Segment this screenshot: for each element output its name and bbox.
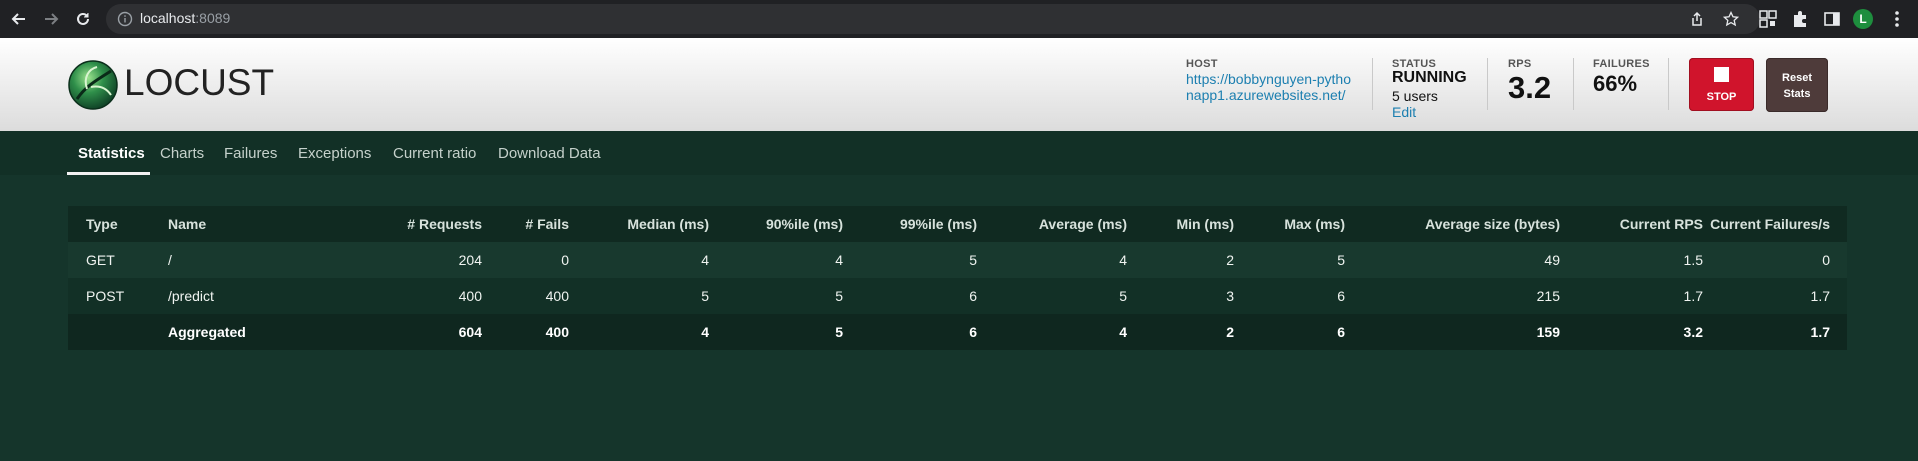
cell-current-rps: 1.7	[1683, 288, 1703, 304]
share-icon[interactable]	[1688, 10, 1706, 28]
address-bar[interactable]: localhost:8089	[106, 4, 1760, 34]
cell-min: 2	[1226, 252, 1234, 268]
side-panel-icon[interactable]	[1822, 9, 1842, 29]
reset-stats-button[interactable]: Reset Stats	[1766, 58, 1828, 112]
divider	[1487, 58, 1488, 110]
cell-average: 4	[1119, 324, 1127, 340]
cell-max: 6	[1337, 324, 1345, 340]
cell-current-failures: 1.7	[1810, 288, 1830, 304]
cell-median: 4	[701, 324, 709, 340]
bookmark-star-icon[interactable]	[1722, 10, 1740, 28]
extensions-puzzle-icon[interactable]	[1790, 9, 1810, 29]
users-count: 5 users	[1392, 88, 1438, 104]
col-median-header[interactable]: Median (ms)	[627, 206, 709, 242]
cell-min: 3	[1226, 288, 1234, 304]
cell-current-rps: 3.2	[1683, 324, 1703, 340]
back-icon[interactable]	[9, 9, 29, 29]
table-header-row: Type Name # Requests # Fails Median (ms)…	[68, 206, 1847, 242]
table-row: POST /predict 400 400 5 5 6 5 3 6 215 1.…	[68, 278, 1847, 314]
cell-average: 5	[1119, 288, 1127, 304]
active-tab-indicator	[67, 172, 150, 175]
col-requests-header[interactable]: # Requests	[407, 206, 482, 242]
cell-median: 5	[701, 288, 709, 304]
cell-fails: 400	[545, 324, 569, 340]
site-info-icon[interactable]	[117, 11, 133, 27]
cell-current-failures: 1.7	[1810, 324, 1830, 340]
profile-avatar[interactable]: L	[1853, 9, 1873, 29]
cell-requests: 604	[458, 324, 482, 340]
cell-avg-size: 215	[1536, 288, 1560, 304]
cell-p99: 6	[969, 324, 977, 340]
browser-toolbar: localhost:8089 L	[0, 0, 1918, 38]
cell-p90: 4	[835, 252, 843, 268]
cell-name: /	[168, 252, 172, 268]
tab-statistics[interactable]: Statistics	[78, 145, 145, 162]
reset-stats-label: Reset Stats	[1782, 72, 1812, 100]
forward-icon[interactable]	[41, 9, 61, 29]
col-fails-header[interactable]: # Fails	[525, 206, 569, 242]
col-avg-size-header[interactable]: Average size (bytes)	[1425, 206, 1560, 242]
cell-name: Aggregated	[168, 324, 246, 340]
col-p90-header[interactable]: 90%ile (ms)	[766, 206, 843, 242]
col-average-header[interactable]: Average (ms)	[1039, 206, 1127, 242]
divider	[1372, 58, 1373, 110]
cell-requests: 400	[458, 288, 482, 304]
host-link[interactable]: https://bobbynguyen-pythonapp1.azurewebs…	[1186, 71, 1351, 103]
cell-avg-size: 49	[1544, 252, 1560, 268]
col-current-failures-header[interactable]: Current Failures/s	[1710, 206, 1830, 242]
cell-max: 5	[1337, 252, 1345, 268]
cell-name: /predict	[168, 288, 214, 304]
locust-logo-text: LOCUST	[124, 62, 275, 103]
divider	[1573, 58, 1574, 110]
divider	[1668, 58, 1669, 110]
table-row-aggregated: Aggregated 604 400 4 5 6 4 2 6 159 3.2 1…	[68, 314, 1847, 350]
col-current-rps-header[interactable]: Current RPS	[1620, 206, 1703, 242]
cell-avg-size: 159	[1536, 324, 1560, 340]
tab-charts[interactable]: Charts	[160, 145, 204, 162]
cell-p90: 5	[835, 288, 843, 304]
extension-qr-icon[interactable]	[1758, 9, 1778, 29]
url-text: localhost:8089	[140, 10, 231, 26]
cell-current-rps: 1.5	[1683, 252, 1703, 268]
cell-max: 6	[1337, 288, 1345, 304]
tab-current-ratio[interactable]: Current ratio	[393, 145, 476, 162]
stop-button[interactable]: STOP	[1689, 58, 1754, 111]
col-max-header[interactable]: Max (ms)	[1284, 206, 1345, 242]
edit-users-link[interactable]: Edit	[1392, 104, 1416, 120]
tab-exceptions[interactable]: Exceptions	[298, 145, 371, 162]
col-name-header[interactable]: Name	[168, 206, 206, 242]
stop-icon	[1714, 67, 1729, 82]
col-p99-header[interactable]: 99%ile (ms)	[900, 206, 977, 242]
cell-current-failures: 0	[1822, 252, 1830, 268]
cell-average: 4	[1119, 252, 1127, 268]
reload-icon[interactable]	[73, 9, 93, 29]
col-min-header[interactable]: Min (ms)	[1176, 206, 1234, 242]
cell-p90: 5	[835, 324, 843, 340]
tab-bar	[0, 131, 1918, 175]
tab-download-data[interactable]: Download Data	[498, 145, 601, 162]
cell-requests: 204	[458, 252, 482, 268]
col-type-header[interactable]: Type	[86, 206, 118, 242]
status-value: RUNNING	[1392, 69, 1467, 86]
cell-median: 4	[701, 252, 709, 268]
cell-p99: 6	[969, 288, 977, 304]
failures-value: 66%	[1593, 71, 1638, 96]
tab-failures[interactable]: Failures	[224, 145, 277, 162]
more-menu-icon[interactable]	[1891, 9, 1903, 29]
cell-p99: 5	[969, 252, 977, 268]
cell-type: POST	[86, 288, 125, 304]
cell-type: GET	[86, 252, 115, 268]
stop-label: STOP	[1706, 91, 1737, 103]
table-row: GET / 204 0 4 4 5 4 2 5 49 1.5 0	[68, 242, 1847, 278]
cell-min: 2	[1226, 324, 1234, 340]
locust-logo-icon	[67, 59, 119, 111]
cell-fails: 400	[545, 288, 569, 304]
rps-value: 3.2	[1508, 70, 1552, 105]
host-label: HOST	[1186, 58, 1218, 70]
cell-fails: 0	[561, 252, 569, 268]
rps-label: RPS	[1508, 58, 1532, 70]
failures-label: FAILURES	[1593, 58, 1650, 70]
